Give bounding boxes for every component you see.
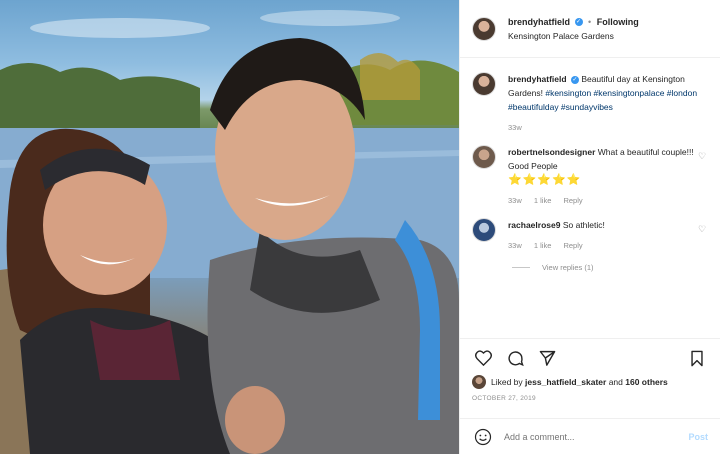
- comment-text: So athletic!: [562, 220, 605, 230]
- commenter-avatar[interactable]: [472, 218, 496, 242]
- header-info: brendyhatfield ✓ • Following Kensington …: [508, 15, 639, 43]
- likes-conj: and: [608, 377, 623, 387]
- post-photo[interactable]: [0, 0, 459, 454]
- verified-badge-icon: ✓: [574, 18, 583, 27]
- comment-likes[interactable]: 1 like: [534, 196, 552, 205]
- comment-item: robertnelsondesigner What a beautiful co…: [472, 145, 708, 208]
- caption-meta: 33w: [508, 121, 708, 135]
- likes-others[interactable]: 160 others: [625, 377, 668, 387]
- save-bookmark-icon[interactable]: [686, 347, 708, 369]
- action-icon-row: [472, 347, 708, 369]
- comment-meta: 33w 1 like Reply: [508, 239, 694, 253]
- likes-prefix: Liked by: [491, 377, 523, 387]
- following-button[interactable]: Following: [597, 17, 639, 27]
- comment-item: rachaelrose9 So athletic! 33w 1 like Rep…: [472, 218, 708, 253]
- comment-username[interactable]: rachaelrose9: [508, 220, 560, 230]
- location-link[interactable]: Kensington Palace Gardens: [508, 29, 639, 43]
- comments-section: brendyhatfield ✓ Beautiful day at Kensin…: [460, 58, 720, 338]
- comment-bubble-icon[interactable]: [504, 347, 526, 369]
- instagram-post-window: brendyhatfield ✓ • Following Kensington …: [0, 0, 720, 454]
- caption-body: brendyhatfield ✓ Beautiful day at Kensin…: [508, 72, 708, 135]
- liker-avatar[interactable]: [472, 375, 486, 389]
- add-comment-row: Post: [460, 418, 720, 454]
- view-replies-label: View replies (1): [542, 263, 594, 272]
- caption-avatar[interactable]: [472, 72, 496, 96]
- post-date[interactable]: OCTOBER 27, 2019: [472, 395, 708, 402]
- post-side-panel: brendyhatfield ✓ • Following Kensington …: [459, 0, 720, 454]
- replies-divider: [512, 267, 530, 268]
- profile-avatar[interactable]: [472, 16, 496, 41]
- comment-meta: 33w 1 like Reply: [508, 194, 694, 208]
- commenter-avatar[interactable]: [472, 145, 496, 169]
- comment-time[interactable]: 33w: [508, 196, 522, 205]
- separator-dot: •: [588, 16, 592, 27]
- header-username[interactable]: brendyhatfield: [508, 17, 570, 27]
- reply-button[interactable]: Reply: [563, 241, 582, 250]
- post-comment-button[interactable]: Post: [688, 432, 708, 442]
- verified-badge-icon: ✓: [570, 75, 579, 84]
- comment-like-heart-icon[interactable]: ♡: [698, 224, 708, 253]
- share-paper-plane-icon[interactable]: [536, 347, 558, 369]
- like-heart-icon[interactable]: [472, 347, 494, 369]
- add-comment-input[interactable]: [504, 431, 689, 442]
- comment-like-heart-icon[interactable]: ♡: [698, 151, 708, 208]
- caption-username[interactable]: brendyhatfield: [508, 74, 567, 84]
- comment-time[interactable]: 33w: [508, 241, 522, 250]
- view-replies[interactable]: View replies (1): [512, 263, 708, 272]
- caption: brendyhatfield ✓ Beautiful day at Kensin…: [472, 72, 708, 135]
- comment-likes[interactable]: 1 like: [534, 241, 552, 250]
- reply-button[interactable]: Reply: [563, 196, 582, 205]
- comment-body: rachaelrose9 So athletic! 33w 1 like Rep…: [508, 218, 694, 253]
- selfie-illustration: [0, 10, 459, 454]
- post-actions: Liked by jess_hatfield_skater and 160 ot…: [460, 338, 720, 454]
- emoji-smiley-icon[interactable]: [472, 426, 494, 448]
- likes-summary: Liked by jess_hatfield_skater and 160 ot…: [472, 375, 708, 389]
- comment-body: robertnelsondesigner What a beautiful co…: [508, 145, 694, 208]
- caption-time[interactable]: 33w: [508, 123, 522, 132]
- liker-username[interactable]: jess_hatfield_skater: [525, 377, 606, 387]
- comment-username[interactable]: robertnelsondesigner: [508, 147, 595, 157]
- star-emojis: ⭐⭐⭐⭐⭐: [508, 174, 582, 186]
- post-header: brendyhatfield ✓ • Following Kensington …: [460, 0, 720, 58]
